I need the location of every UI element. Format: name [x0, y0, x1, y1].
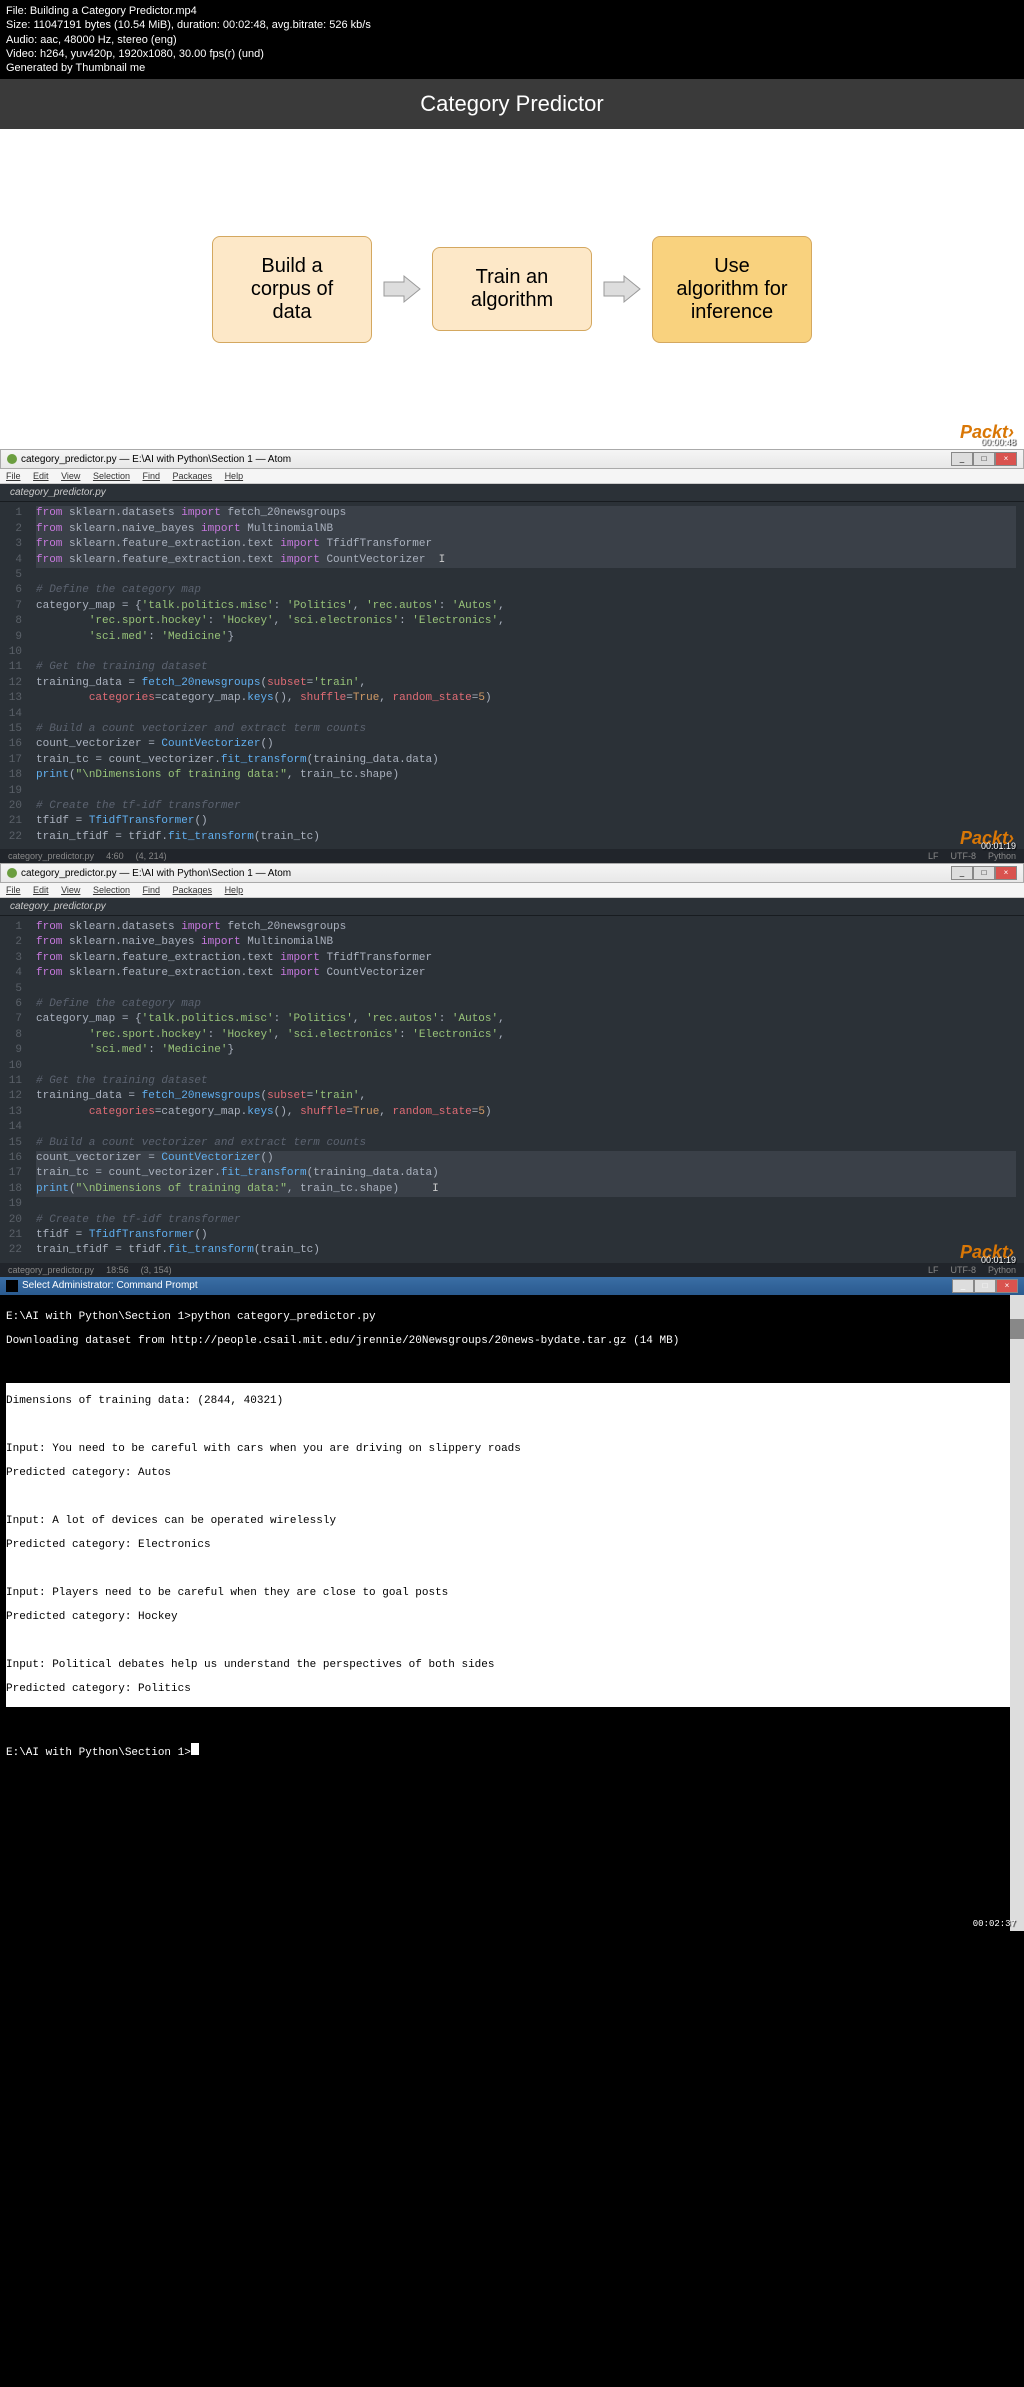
timestamp: 00:01:19	[981, 841, 1016, 851]
close-button[interactable]: ×	[996, 1279, 1018, 1293]
step-box-1: Build a corpus of data	[212, 236, 372, 343]
menu-help[interactable]: Help	[225, 885, 244, 895]
meta-audio: Audio: aac, 48000 Hz, stereo (eng)	[6, 33, 1018, 47]
step-box-3: Use algorithm for inference	[652, 236, 812, 343]
window-controls: _ □ ×	[952, 1279, 1018, 1293]
menu-find[interactable]: Find	[142, 471, 160, 481]
editor-tab[interactable]: category_predictor.py	[0, 898, 1024, 916]
cursor-arrow-icon: ↖	[540, 1535, 548, 1552]
status-sel: (4, 214)	[136, 851, 167, 861]
cmd-prompt: E:\AI with Python\Section 1>	[6, 1747, 191, 1759]
cmd-line: Input: Players need to be careful when t…	[6, 1587, 1018, 1599]
menu-selection[interactable]: Selection	[93, 471, 130, 481]
editor-tab[interactable]: category_predictor.py	[0, 484, 1024, 502]
arrow-icon	[602, 274, 642, 304]
status-lang: Python	[988, 1265, 1016, 1275]
cmd-line: Input: You need to be careful with cars …	[6, 1443, 1018, 1455]
menu-bar: File Edit View Selection Find Packages H…	[0, 883, 1024, 898]
menu-view[interactable]: View	[61, 471, 80, 481]
timestamp: 00:02:37	[973, 1919, 1016, 1929]
cmd-line: Input: A lot of devices can be operated …	[6, 1515, 1018, 1527]
slide-title: Category Predictor	[0, 79, 1024, 129]
window-controls: _ □ ×	[951, 866, 1017, 880]
line-gutter: 12345678910111213141516171819202122	[0, 502, 28, 849]
maximize-button[interactable]: □	[973, 452, 995, 466]
scrollbar[interactable]	[1010, 1295, 1024, 1931]
menu-selection[interactable]: Selection	[93, 885, 130, 895]
code-content[interactable]: from sklearn.datasets import fetch_20new…	[28, 502, 1024, 849]
cmd-line: Dimensions of training data: (2844, 4032…	[6, 1395, 1018, 1407]
code-editor[interactable]: 12345678910111213141516171819202122 from…	[0, 502, 1024, 849]
status-pos: 4:60	[106, 851, 124, 861]
timestamp: 00:01:19	[981, 1255, 1016, 1265]
status-sel: (3, 154)	[141, 1265, 172, 1275]
cmd-selection: Dimensions of training data: (2844, 4032…	[6, 1383, 1018, 1707]
status-file: category_predictor.py	[8, 1265, 94, 1275]
status-file: category_predictor.py	[8, 851, 94, 861]
menu-file[interactable]: File	[6, 885, 21, 895]
scroll-thumb[interactable]	[1010, 1319, 1024, 1339]
arrow-icon	[382, 274, 422, 304]
atom-editor-1: category_predictor.py — E:\AI with Pytho…	[0, 449, 1024, 863]
window-title: category_predictor.py — E:\AI with Pytho…	[21, 454, 291, 465]
cmd-line: Downloading dataset from http://people.c…	[6, 1335, 1018, 1347]
cmd-line: Input: Political debates help us underst…	[6, 1659, 1018, 1671]
window-title: category_predictor.py — E:\AI with Pytho…	[21, 868, 291, 879]
status-bar: category_predictor.py 18:56 (3, 154) LF …	[0, 1263, 1024, 1277]
cmd-output[interactable]: E:\AI with Python\Section 1>python categ…	[0, 1295, 1024, 1931]
command-prompt: Select Administrator: Command Prompt _ □…	[0, 1277, 1024, 1931]
atom-icon	[7, 454, 17, 464]
line-gutter: 12345678910111213141516171819202122	[0, 916, 28, 1263]
window-titlebar[interactable]: category_predictor.py — E:\AI with Pytho…	[0, 863, 1024, 883]
status-lang: Python	[988, 851, 1016, 861]
menu-packages[interactable]: Packages	[173, 885, 213, 895]
meta-file: File: Building a Category Predictor.mp4	[6, 4, 1018, 18]
slide-content: Build a corpus of data Train an algorith…	[0, 129, 1024, 449]
atom-editor-2: category_predictor.py — E:\AI with Pytho…	[0, 863, 1024, 1277]
code-content[interactable]: from sklearn.datasets import fetch_20new…	[28, 916, 1024, 1263]
meta-gen: Generated by Thumbnail me	[6, 61, 1018, 75]
minimize-button[interactable]: _	[951, 452, 973, 466]
cmd-line: E:\AI with Python\Section 1>python categ…	[6, 1311, 1018, 1323]
cmd-title-text: Select Administrator: Command Prompt	[22, 1280, 198, 1291]
window-titlebar[interactable]: category_predictor.py — E:\AI with Pytho…	[0, 449, 1024, 469]
close-button[interactable]: ×	[995, 452, 1017, 466]
meta-video: Video: h264, yuv420p, 1920x1080, 30.00 f…	[6, 47, 1018, 61]
status-bar: category_predictor.py 4:60 (4, 214) LF U…	[0, 849, 1024, 863]
menu-edit[interactable]: Edit	[33, 471, 49, 481]
atom-icon	[7, 868, 17, 878]
maximize-button[interactable]: □	[973, 866, 995, 880]
window-controls: _ □ ×	[951, 452, 1017, 466]
timestamp: 00:00:48	[981, 437, 1016, 447]
cmd-titlebar[interactable]: Select Administrator: Command Prompt _ □…	[0, 1277, 1024, 1295]
menu-find[interactable]: Find	[142, 885, 160, 895]
menu-bar: File Edit View Selection Find Packages H…	[0, 469, 1024, 484]
menu-edit[interactable]: Edit	[33, 885, 49, 895]
meta-size: Size: 11047191 bytes (10.54 MiB), durati…	[6, 18, 1018, 32]
status-lf: LF	[928, 1265, 939, 1275]
cmd-icon	[6, 1280, 18, 1292]
menu-help[interactable]: Help	[225, 471, 244, 481]
file-metadata: File: Building a Category Predictor.mp4 …	[0, 0, 1024, 79]
status-enc: UTF-8	[950, 1265, 976, 1275]
minimize-button[interactable]: _	[952, 1279, 974, 1293]
maximize-button[interactable]: □	[974, 1279, 996, 1293]
menu-view[interactable]: View	[61, 885, 80, 895]
cmd-line: Predicted category: Hockey	[6, 1611, 1018, 1623]
cmd-line: Predicted category: Politics	[6, 1683, 1018, 1695]
status-lf: LF	[928, 851, 939, 861]
code-editor[interactable]: 12345678910111213141516171819202122 from…	[0, 916, 1024, 1263]
minimize-button[interactable]: _	[951, 866, 973, 880]
menu-file[interactable]: File	[6, 471, 21, 481]
cmd-line: Predicted category: Autos	[6, 1467, 1018, 1479]
menu-packages[interactable]: Packages	[173, 471, 213, 481]
cmd-line: Predicted category: Electronics	[6, 1539, 1018, 1551]
cursor-icon	[191, 1743, 199, 1755]
close-button[interactable]: ×	[995, 866, 1017, 880]
step-box-2: Train an algorithm	[432, 247, 592, 331]
status-pos: 18:56	[106, 1265, 129, 1275]
status-enc: UTF-8	[950, 851, 976, 861]
